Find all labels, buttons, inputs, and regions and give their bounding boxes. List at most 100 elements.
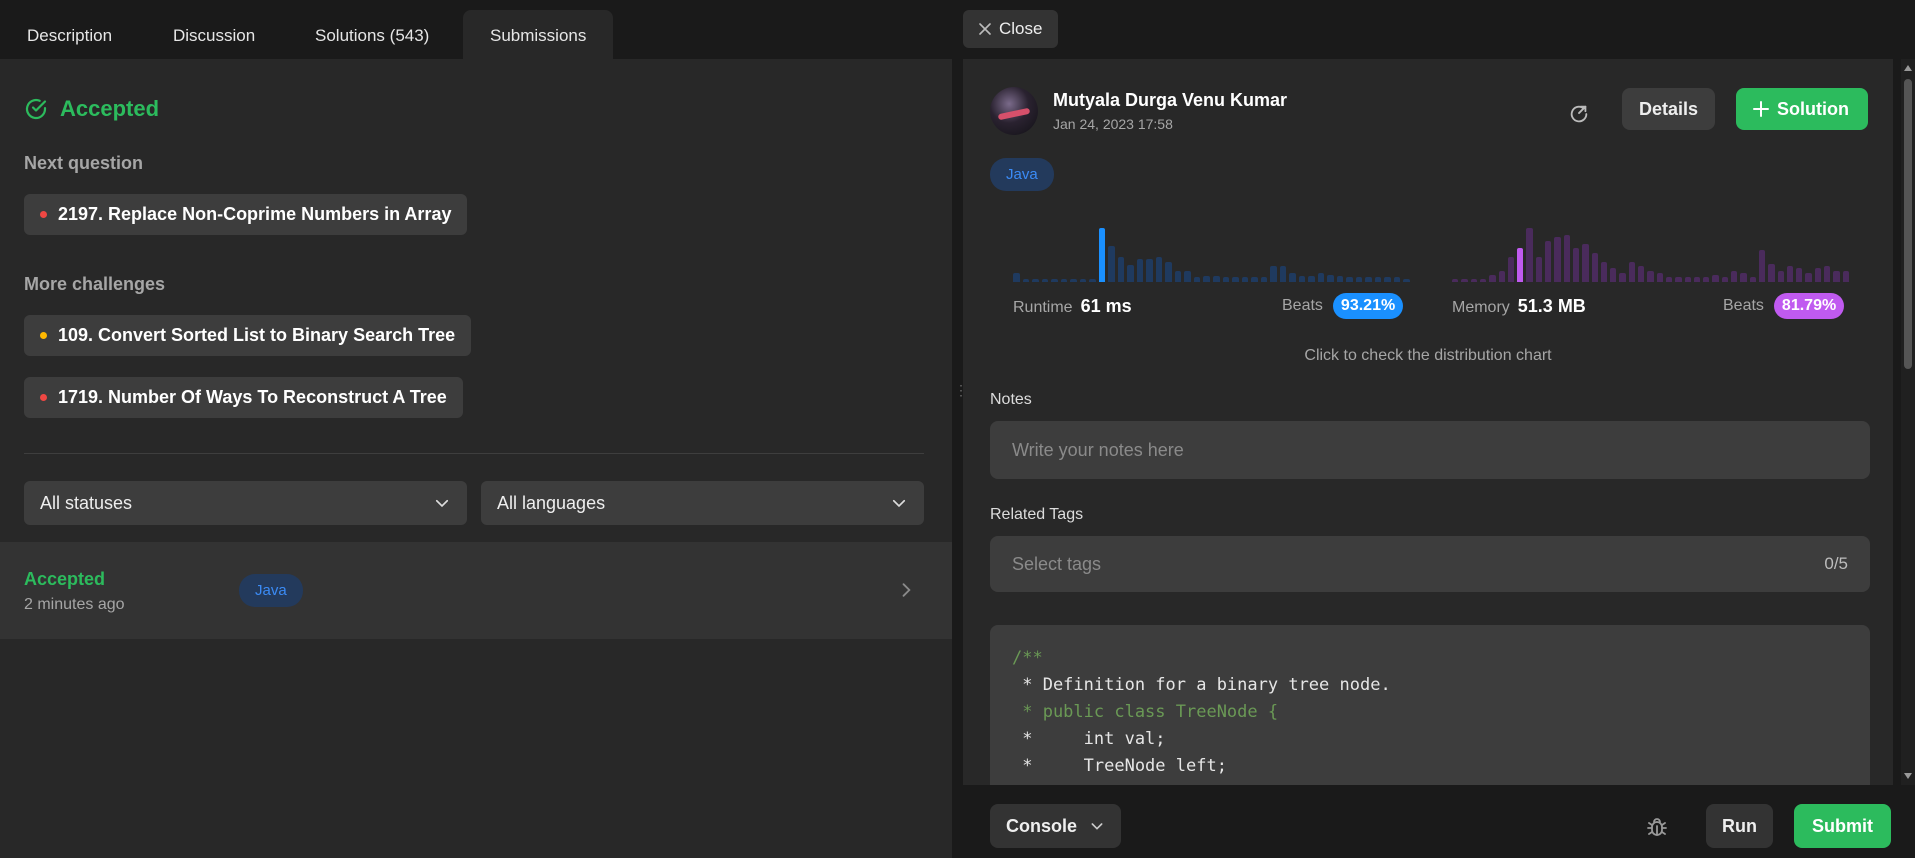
histogram-bar <box>1041 279 1049 282</box>
code-line: /** <box>1012 648 1043 668</box>
histogram-bar <box>1260 277 1268 282</box>
next-question-item[interactable]: 2197. Replace Non-Coprime Numbers in Arr… <box>24 194 468 235</box>
close-button[interactable]: Close <box>963 10 1059 48</box>
tab-description[interactable]: Description <box>0 10 139 59</box>
distribution-chart-link[interactable]: Click to check the distribution chart <box>963 347 1893 365</box>
histogram-bar <box>1393 277 1401 282</box>
submission-date: Jan 24, 2023 17:58 <box>1053 116 1173 132</box>
submit-button[interactable]: Submit <box>1794 804 1891 848</box>
histogram-bar <box>1665 277 1673 282</box>
tab-submissions[interactable]: Submissions <box>463 10 614 59</box>
bottom-toolbar: Console Run Submit <box>962 785 1915 858</box>
code-line: * int val; <box>1012 729 1166 749</box>
challenge-item[interactable]: 109. Convert Sorted List to Binary Searc… <box>24 315 472 356</box>
scroll-down-arrow-icon[interactable] <box>1904 773 1912 779</box>
histogram-bar <box>1582 244 1589 282</box>
drag-handle-icon: ⋮ <box>954 382 968 398</box>
histogram-bar <box>1740 273 1747 282</box>
language-filter-select[interactable]: All languages <box>481 481 924 525</box>
question-title: 109. Convert Sorted List to Binary Searc… <box>58 325 456 345</box>
status-filter-select[interactable]: All statuses <box>24 481 467 525</box>
histogram-bar <box>1758 250 1766 282</box>
left-panel: Description Discussion Solutions (543) S… <box>0 0 952 858</box>
tab-bar: Description Discussion Solutions (543) S… <box>0 0 952 59</box>
language-filter-value: All languages <box>497 492 606 513</box>
notes-label: Notes <box>990 391 1032 408</box>
histogram-bar <box>1279 266 1287 282</box>
memory-distribution-chart[interactable] <box>1452 222 1852 282</box>
histogram-bar <box>1693 277 1701 282</box>
histogram-bar <box>1384 277 1391 282</box>
tags-select[interactable]: Select tags 0/5 <box>990 536 1870 592</box>
histogram-bar <box>1554 237 1561 282</box>
histogram-bar <box>1461 279 1468 282</box>
chevron-down-icon <box>1089 818 1105 834</box>
runtime-distribution-chart[interactable] <box>1013 222 1413 282</box>
submissions-panel: Accepted Next question 2197. Replace Non… <box>0 59 952 858</box>
histogram-bar <box>1241 277 1249 282</box>
histogram-bar <box>1545 241 1552 282</box>
histogram-bar <box>1317 273 1325 282</box>
histogram-bar <box>1174 271 1182 282</box>
submission-row[interactable]: Accepted 2 minutes ago Java <box>0 542 952 639</box>
scrollbar-thumb[interactable] <box>1904 79 1912 369</box>
console-label: Console <box>1006 815 1078 836</box>
share-button[interactable] <box>1561 96 1597 132</box>
histogram-bar <box>1089 279 1096 282</box>
histogram-bar <box>1346 277 1353 282</box>
scrollbar[interactable] <box>1901 59 1915 785</box>
divider <box>24 453 924 454</box>
histogram-bar <box>1070 279 1077 282</box>
difficulty-dot <box>40 211 47 218</box>
avatar[interactable] <box>990 87 1038 135</box>
memory-beats-badge: 81.79% <box>1773 293 1845 319</box>
histogram-bar <box>1842 271 1849 282</box>
histogram-bar <box>1146 259 1153 282</box>
solution-label: Solution <box>1777 98 1849 119</box>
memory-value: 51.3 MB <box>1517 296 1586 316</box>
close-icon <box>979 23 991 35</box>
language-badge: Java <box>990 158 1054 191</box>
histogram-bar <box>1193 277 1201 282</box>
memory-beats: Beats 81.79% <box>1723 293 1845 319</box>
histogram-bar <box>1703 277 1710 282</box>
challenge-item[interactable]: 1719. Number Of Ways To Reconstruct A Tr… <box>24 377 463 418</box>
histogram-bar <box>1777 271 1784 282</box>
runtime-beats-label: Beats <box>1282 297 1323 314</box>
run-button[interactable]: Run <box>1706 804 1773 848</box>
tab-discussion[interactable]: Discussion <box>146 10 282 59</box>
code-line: * TreeNode left; <box>1012 756 1227 776</box>
debug-button[interactable] <box>1642 812 1672 842</box>
histogram-bar <box>1327 275 1334 282</box>
solution-button[interactable]: Solution <box>1736 88 1868 130</box>
runtime-metric: Runtime 61 ms <box>1013 296 1132 317</box>
code-viewer[interactable]: /** * Definition for a binary tree node.… <box>990 625 1870 785</box>
console-button[interactable]: Console <box>990 804 1122 848</box>
histogram-bar <box>1155 257 1163 282</box>
more-challenges-heading: More challenges <box>24 274 166 294</box>
histogram-bar <box>1731 271 1738 282</box>
next-question-heading: Next question <box>24 153 144 173</box>
scroll-up-arrow-icon[interactable] <box>1904 65 1912 71</box>
submission-detail-panel: Close Mutyala Durga Venu Kumar Jan 24, 2… <box>962 0 1915 858</box>
histogram-bar <box>1051 279 1058 282</box>
code-line: * Definition for a binary tree node. <box>1012 675 1391 695</box>
histogram-bar <box>1213 276 1220 282</box>
tab-solutions[interactable]: Solutions (543) <box>288 10 456 59</box>
histogram-bar <box>1572 248 1580 282</box>
plus-icon <box>1753 101 1769 117</box>
histogram-bar <box>1013 273 1020 282</box>
details-button[interactable]: Details <box>1622 88 1716 130</box>
histogram-bar <box>1108 246 1115 282</box>
chevron-right-icon <box>896 580 916 600</box>
histogram-bar <box>1136 259 1144 282</box>
author-name[interactable]: Mutyala Durga Venu Kumar <box>1053 90 1287 111</box>
language-badge: Java <box>239 574 303 607</box>
histogram-bar <box>1619 273 1626 282</box>
histogram-bar <box>1824 266 1831 282</box>
tags-count: 0/5 <box>1824 554 1848 573</box>
notes-input[interactable] <box>990 421 1870 479</box>
accepted-heading: Accepted <box>24 96 159 122</box>
histogram-bar <box>1203 276 1210 282</box>
panel-splitter[interactable]: ⋮ <box>952 0 968 858</box>
